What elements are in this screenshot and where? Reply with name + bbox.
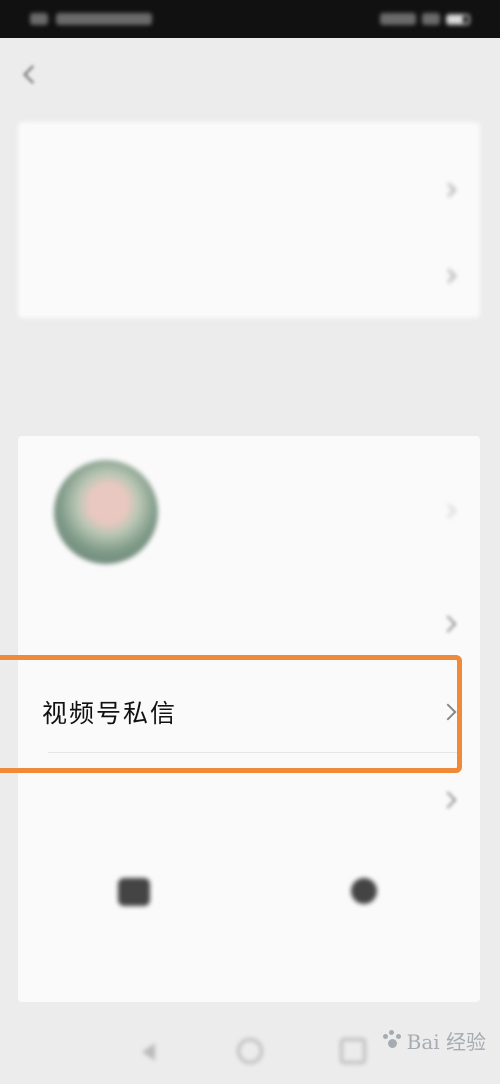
bottom-actions — [18, 868, 480, 978]
notification-icon — [30, 13, 48, 25]
home-circle-icon[interactable] — [237, 1038, 263, 1064]
status-left-text — [56, 13, 152, 25]
action-right-button[interactable] — [264, 878, 464, 926]
menu-row-1[interactable] — [18, 596, 480, 652]
wifi-icon — [422, 13, 440, 25]
live-icon — [351, 878, 377, 904]
signal-icon — [380, 13, 416, 25]
chevron-right-icon — [439, 615, 457, 633]
back-triangle-icon[interactable] — [134, 1038, 160, 1064]
chevron-right-icon — [441, 503, 457, 519]
profile-row[interactable] — [18, 436, 480, 586]
action-left-button[interactable] — [34, 878, 234, 928]
chevron-right-icon — [441, 182, 457, 198]
chevron-right-icon — [439, 791, 457, 809]
avatar — [54, 460, 158, 564]
chevron-right-icon — [441, 268, 457, 284]
back-button[interactable] — [16, 58, 48, 90]
camera-icon — [118, 878, 150, 906]
battery-icon — [446, 13, 470, 25]
status-left — [30, 13, 152, 25]
top-row-2[interactable] — [18, 256, 480, 296]
status-bar — [0, 0, 500, 38]
menu-row-3[interactable] — [18, 774, 480, 826]
status-right — [380, 13, 470, 25]
top-settings-card — [18, 122, 480, 318]
chevron-left-icon — [22, 64, 42, 84]
top-row-1[interactable] — [18, 170, 480, 210]
paw-icon — [381, 1029, 403, 1052]
header — [0, 38, 500, 116]
recent-square-icon[interactable] — [340, 1038, 366, 1064]
watermark: Bai 经验 — [381, 1026, 486, 1055]
highlight-box — [0, 655, 462, 773]
watermark-text: Bai 经验 — [406, 1030, 486, 1054]
